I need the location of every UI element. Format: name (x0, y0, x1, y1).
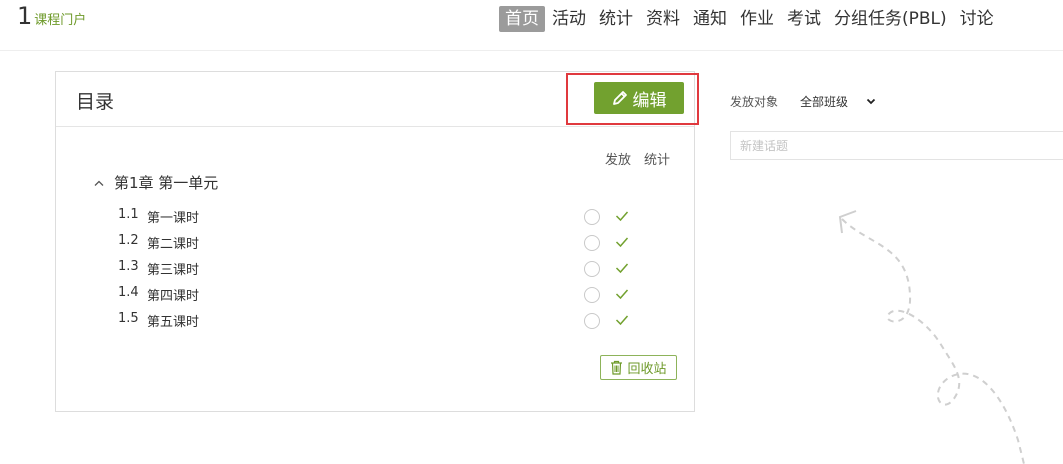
catalog-title: 目录 (76, 91, 115, 113)
lesson-number: 1.1 (118, 207, 139, 222)
chevron-down-icon (866, 98, 876, 105)
chapter-title: 第1章 第一单元 (114, 174, 219, 192)
lesson-row[interactable]: 1.3 第三课时 (118, 259, 199, 278)
nav-homework[interactable]: 作业 (734, 6, 780, 32)
nav-activity[interactable]: 活动 (546, 6, 592, 32)
target-value: 全部班级 (800, 95, 849, 109)
lesson-row[interactable]: 1.2 第二课时 (118, 233, 199, 252)
nav-pbl[interactable]: 分组任务(PBL) (828, 6, 953, 32)
nav-exam[interactable]: 考试 (781, 6, 827, 32)
lesson-title: 第五课时 (147, 315, 200, 330)
chapter-row[interactable]: 第1章 第一单元 (93, 172, 218, 193)
nav-home[interactable]: 首页 (499, 6, 545, 32)
nav-statistics[interactable]: 统计 (593, 6, 639, 32)
dashed-arrow-decoration (838, 210, 1025, 464)
lesson-number: 1.4 (118, 285, 139, 300)
main-nav: 首页 活动 统计 资料 通知 作业 考试 分组任务(PBL) 讨论 (499, 6, 1001, 32)
lesson-number: 1.5 (118, 311, 139, 326)
lesson-row[interactable]: 1.5 第五课时 (118, 311, 199, 330)
catalog-panel: 目录 编辑 发放 统计 第1章 第一单元 1.1 第一课时 1.2 第二课时 1… (55, 71, 699, 412)
col-publish: 发放 (605, 153, 632, 168)
checkmark-icon[interactable] (615, 288, 629, 300)
publish-radio[interactable] (584, 261, 600, 277)
course-logo[interactable]: 1 课程门户 (17, 2, 86, 30)
catalog-header: 目录 编辑 (56, 72, 699, 127)
checkmark-icon[interactable] (615, 262, 629, 274)
lesson-row[interactable]: 1.1 第一课时 (118, 207, 199, 226)
edit-button[interactable]: 编辑 (594, 82, 684, 114)
nav-materials[interactable]: 资料 (640, 6, 686, 32)
recycle-label: 回收站 (627, 362, 667, 377)
edit-label: 编辑 (632, 90, 667, 111)
lesson-number: 1.3 (118, 259, 139, 274)
pencil-icon (612, 91, 627, 105)
logo-text: 课程门户 (34, 13, 87, 28)
nav-discussion[interactable]: 讨论 (954, 6, 1000, 32)
new-topic-input[interactable] (730, 131, 1063, 160)
checkmark-icon[interactable] (615, 236, 629, 248)
checkmark-icon[interactable] (615, 314, 629, 326)
chevron-up-icon[interactable] (93, 179, 105, 187)
top-header: 1 课程门户 首页 活动 统计 资料 通知 作业 考试 分组任务(PBL) 讨论 (0, 0, 1063, 51)
trash-icon (611, 360, 623, 375)
lesson-number: 1.2 (118, 233, 139, 248)
checkmark-icon[interactable] (615, 210, 629, 222)
lesson-row[interactable]: 1.4 第四课时 (118, 285, 199, 304)
nav-notice[interactable]: 通知 (687, 6, 733, 32)
lesson-title: 第一课时 (147, 211, 200, 226)
publish-radio[interactable] (584, 287, 600, 303)
publish-radio[interactable] (584, 209, 600, 225)
target-label: 发放对象 (730, 95, 779, 109)
publish-radio[interactable] (584, 235, 600, 251)
lesson-title: 第二课时 (147, 237, 200, 252)
column-headers: 发放 统计 (605, 149, 683, 168)
target-select[interactable]: 全部班级 (800, 93, 876, 110)
lesson-title: 第四课时 (147, 289, 200, 304)
lesson-title: 第三课时 (147, 263, 200, 278)
logo-number: 1 (17, 2, 33, 30)
recycle-bin-button[interactable]: 回收站 (600, 355, 677, 380)
publish-radio[interactable] (584, 313, 600, 329)
col-stats: 统计 (644, 153, 671, 168)
